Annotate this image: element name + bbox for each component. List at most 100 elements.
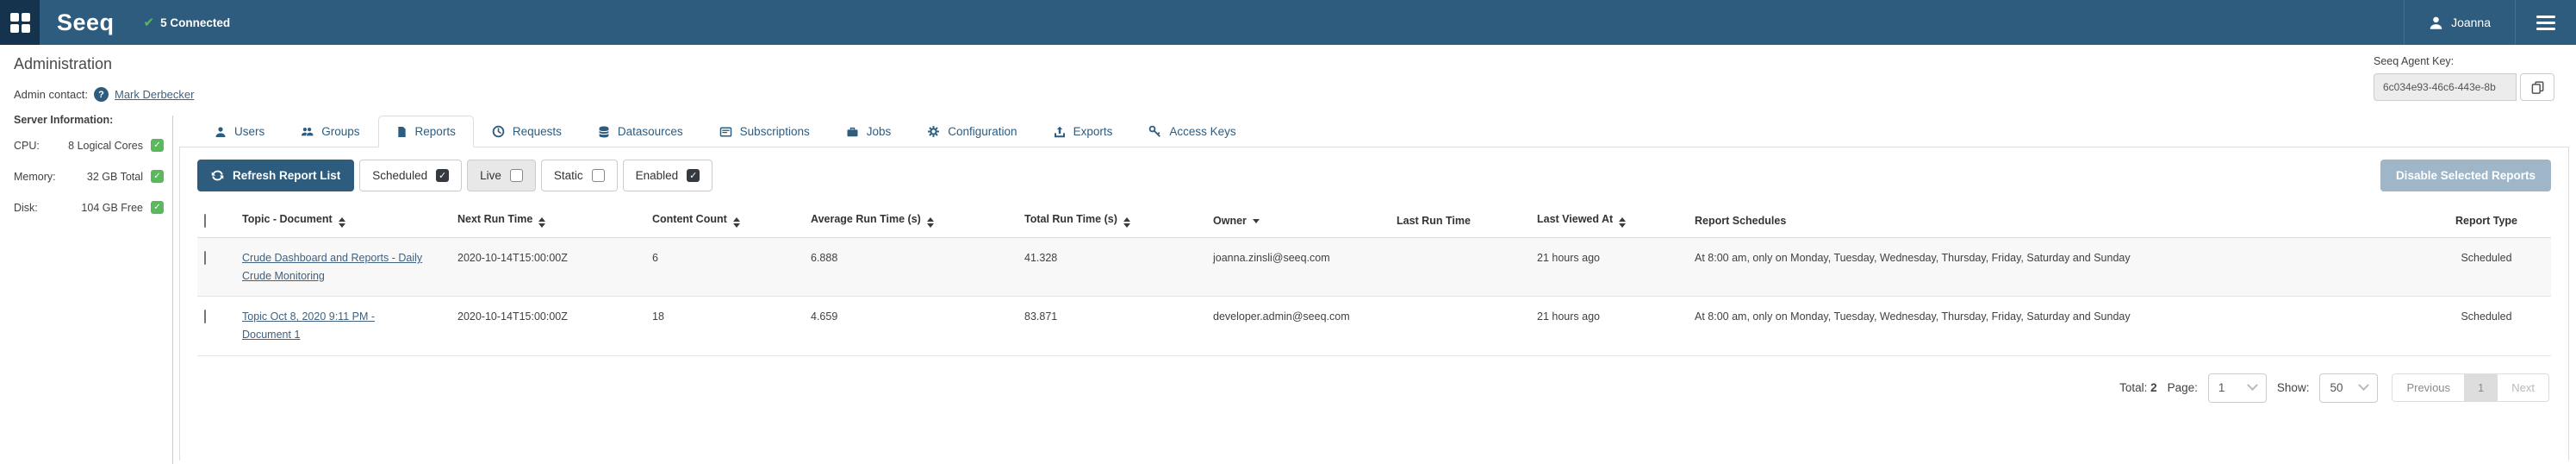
user-name: Joanna: [2451, 16, 2491, 29]
col-report-type: Report Type: [2422, 205, 2551, 238]
server-info-title: Server Information:: [14, 114, 164, 126]
sort-desc-icon: [1253, 219, 1260, 223]
hamburger-menu-icon[interactable]: [2516, 16, 2576, 30]
col-owner[interactable]: Owner: [1206, 205, 1390, 238]
content-count-cell: 18: [645, 297, 804, 355]
next-page-button[interactable]: Next: [2498, 374, 2548, 401]
sort-icon: [733, 217, 740, 228]
next-run-time-cell: 2020-10-14T15:00:00Z: [451, 297, 645, 355]
reports-panel: Refresh Report List Scheduled Live Stati…: [179, 147, 2569, 461]
report-topic-link[interactable]: Crude Dashboard and Reports - Daily Crud…: [242, 249, 425, 285]
table-row: Topic Oct 8, 2020 9:11 PM - Document 1 2…: [197, 297, 2551, 355]
tab-label: Configuration: [948, 125, 1017, 138]
refresh-report-list-button[interactable]: Refresh Report List: [197, 160, 354, 191]
memory-ok-check-icon: [151, 170, 164, 183]
server-information-panel: Server Information: CPU: 8 Logical Cores…: [14, 114, 164, 232]
sort-icon: [1123, 217, 1130, 228]
col-last-run-time[interactable]: Last Run Time: [1390, 205, 1530, 238]
copy-agent-key-button[interactable]: [2520, 73, 2554, 101]
total-run-time-cell: 83.871: [1017, 297, 1206, 355]
tab-label: Reports: [415, 125, 456, 138]
tab-users[interactable]: Users: [196, 116, 283, 147]
average-run-time-cell: 4.659: [804, 297, 1017, 355]
document-icon: [396, 126, 408, 138]
tab-groups[interactable]: Groups: [283, 116, 377, 147]
tab-reports[interactable]: Reports: [378, 116, 474, 147]
select-all-checkbox[interactable]: [204, 214, 206, 228]
scheduled-checkbox[interactable]: [436, 169, 449, 182]
previous-page-button[interactable]: Previous: [2392, 374, 2464, 401]
gear-icon: [927, 125, 940, 138]
cpu-value: 8 Logical Cores: [68, 140, 143, 152]
chevron-down-icon: [2359, 379, 2370, 391]
help-question-icon[interactable]: [94, 87, 109, 102]
sort-icon: [927, 217, 934, 228]
table-row: Crude Dashboard and Reports - Daily Crud…: [197, 238, 2551, 297]
col-content-count[interactable]: Content Count: [645, 205, 804, 238]
grid-icon: [10, 13, 30, 33]
show-select[interactable]: 50: [2319, 373, 2378, 403]
page-label: Page:: [2168, 381, 2198, 394]
enabled-checkbox[interactable]: [687, 169, 700, 182]
refresh-icon: [211, 169, 224, 182]
tab-label: Jobs: [867, 125, 892, 138]
report-schedules-cell: At 8:00 am, only on Monday, Tuesday, Wed…: [1688, 238, 2422, 297]
filter-enabled-button[interactable]: Enabled: [623, 160, 713, 191]
row-checkbox[interactable]: [204, 251, 206, 265]
report-topic-link[interactable]: Topic Oct 8, 2020 9:11 PM - Document 1: [242, 308, 425, 343]
filter-scheduled-button[interactable]: Scheduled: [359, 160, 462, 191]
filter-label: Scheduled: [372, 169, 427, 182]
col-total-run-time[interactable]: Total Run Time (s): [1017, 205, 1206, 238]
user-menu[interactable]: Joanna: [2405, 0, 2515, 45]
tab-subscriptions[interactable]: Subscriptions: [701, 116, 828, 147]
report-type-cell: Scheduled: [2422, 297, 2551, 355]
export-icon: [1054, 126, 1066, 138]
agent-key-field[interactable]: 6c034e93-46c6-443e-8b: [2374, 73, 2517, 101]
tab-label: Groups: [321, 125, 359, 138]
subscriptions-icon: [719, 126, 732, 138]
app-switcher-button[interactable]: [0, 0, 40, 45]
tab-label: Subscriptions: [740, 125, 810, 138]
tab-access-keys[interactable]: Access Keys: [1130, 116, 1254, 147]
row-checkbox[interactable]: [204, 310, 206, 323]
col-topic-document[interactable]: Topic - Document: [235, 205, 451, 238]
disk-label: Disk:: [14, 202, 38, 214]
tab-requests[interactable]: Requests: [474, 116, 580, 147]
owner-cell: joanna.zinsli@seeq.com: [1206, 238, 1390, 297]
sort-icon: [1619, 217, 1626, 228]
administration-page: Administration Admin contact: Mark Derbe…: [0, 45, 2576, 464]
admin-contact-link[interactable]: Mark Derbecker: [115, 88, 194, 101]
last-viewed-at-cell: 21 hours ago: [1530, 297, 1688, 355]
show-select-value: 50: [2330, 381, 2343, 394]
report-type-cell: Scheduled: [2422, 238, 2551, 297]
col-last-viewed-at[interactable]: Last Viewed At: [1530, 205, 1688, 238]
tab-exports[interactable]: Exports: [1036, 116, 1131, 147]
copy-icon: [2531, 81, 2544, 94]
disk-ok-check-icon: [151, 201, 164, 214]
tab-label: Access Keys: [1169, 125, 1235, 138]
col-average-run-time[interactable]: Average Run Time (s): [804, 205, 1017, 238]
sort-icon: [538, 217, 545, 228]
admin-contact-label: Admin contact:: [14, 88, 88, 101]
connected-label: 5 Connected: [160, 16, 230, 29]
next-run-time-cell: 2020-10-14T15:00:00Z: [451, 238, 645, 297]
tab-datasources[interactable]: Datasources: [580, 116, 701, 147]
disable-selected-reports-button[interactable]: Disable Selected Reports: [2380, 160, 2551, 191]
tab-label: Users: [234, 125, 264, 138]
agents-connected-status[interactable]: ✔ 5 Connected: [144, 15, 231, 30]
static-checkbox[interactable]: [592, 169, 605, 182]
filter-live-button[interactable]: Live: [467, 160, 536, 191]
page-select[interactable]: 1: [2208, 373, 2267, 403]
disk-value: 104 GB Free: [81, 202, 143, 214]
live-checkbox[interactable]: [510, 169, 523, 182]
col-next-run-time[interactable]: Next Run Time: [451, 205, 645, 238]
current-page-button[interactable]: 1: [2464, 374, 2498, 401]
person-icon: [2429, 16, 2443, 30]
check-icon: ✔: [144, 15, 155, 30]
sidebar-divider: [172, 116, 173, 464]
filter-static-button[interactable]: Static: [541, 160, 618, 191]
tab-jobs[interactable]: Jobs: [828, 116, 910, 147]
average-run-time-cell: 6.888: [804, 238, 1017, 297]
total-label: Total: 2: [2119, 381, 2157, 394]
tab-configuration[interactable]: Configuration: [909, 116, 1035, 147]
